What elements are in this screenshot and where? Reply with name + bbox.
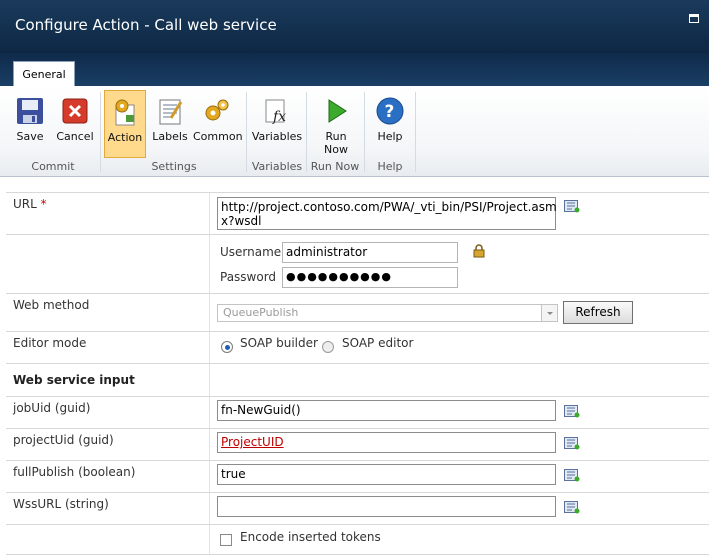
dialog-title: Configure Action - Call web service: [15, 16, 277, 34]
web-method-label: Web method: [13, 298, 90, 312]
projectuid-label: projectUid (guid): [13, 433, 114, 447]
labels-icon: [159, 99, 183, 125]
labels-label: Labels: [152, 130, 188, 143]
common-button[interactable]: Common: [193, 90, 243, 154]
username-field[interactable]: administrator: [282, 242, 458, 263]
gears-document-icon: [115, 99, 135, 126]
projectuid-input[interactable]: ProjectUID: [217, 432, 556, 453]
url-input[interactable]: http://project.contoso.com/PWA/_vti_bin/…: [217, 197, 557, 230]
variables-label: Variables: [251, 130, 303, 143]
jobuid-label: jobUid (guid): [13, 401, 91, 415]
encode-tokens-checkbox[interactable]: [220, 534, 232, 546]
save-icon: [17, 98, 43, 124]
password-label: Password: [220, 270, 277, 284]
labels-button[interactable]: Labels: [148, 90, 192, 154]
editor-mode-label: Editor mode: [13, 336, 87, 350]
refresh-button[interactable]: Refresh: [563, 301, 633, 324]
wssurl-input[interactable]: [217, 496, 556, 517]
help-icon: ?: [376, 97, 404, 125]
group-separator: [364, 92, 365, 172]
web-method-selected: QueuePublish: [223, 306, 299, 319]
section-header-row: Web service input: [6, 363, 709, 396]
group-label-run-now: Run Now: [310, 160, 360, 173]
common-label: Common: [193, 130, 243, 143]
fullpublish-input[interactable]: true: [217, 464, 556, 485]
fullpublish-label: fullPublish (boolean): [13, 465, 136, 479]
run-now-label-line2: Now: [324, 143, 348, 156]
jobuid-input[interactable]: fn-NewGuid(): [217, 400, 556, 421]
soap-builder-label: SOAP builder: [240, 336, 318, 350]
insert-reference-icon[interactable]: [564, 468, 580, 482]
editor-mode-row: Editor mode SOAP builder SOAP editor: [6, 331, 709, 363]
action-label: Action: [107, 131, 143, 144]
cancel-icon: [62, 98, 88, 124]
password-field[interactable]: ●●●●●●●●●●: [282, 267, 458, 288]
input-row-jobuid: jobUid (guid) fn-NewGuid(): [6, 396, 709, 428]
group-separator: [415, 92, 416, 172]
insert-reference-icon[interactable]: [564, 199, 580, 213]
group-label-help: Help: [377, 160, 403, 173]
section-title: Web service input: [13, 373, 135, 387]
input-row-fullpublish: fullPublish (boolean) true: [6, 460, 709, 492]
projectuid-token[interactable]: ProjectUID: [221, 435, 284, 449]
group-label-variables: Variables: [251, 160, 303, 173]
insert-reference-icon[interactable]: [564, 436, 580, 450]
credentials-row: Username administrator Password ●●●●●●●●…: [6, 234, 709, 293]
group-label-commit: Commit: [31, 160, 75, 173]
dialog-titlebar: Configure Action - Call web service: [0, 0, 709, 53]
svg-text:?: ?: [385, 102, 395, 122]
ribbon: Save Cancel Commit Action Labels Common …: [0, 86, 709, 177]
ribbon-tabstrip: General: [0, 53, 709, 88]
username-label: Username: [220, 245, 282, 259]
url-label-wrap: URL *: [13, 197, 47, 211]
svg-text:fx: fx: [272, 109, 286, 125]
variables-button[interactable]: fx Variables: [250, 90, 304, 154]
required-marker: *: [40, 197, 47, 211]
tab-general[interactable]: General: [13, 61, 75, 88]
input-row-wssurl: WssURL (string): [6, 492, 709, 524]
gears-icon: [205, 99, 229, 121]
url-value-line1: http://project.contoso.com/PWA/_vti_bin/…: [221, 200, 557, 214]
help-label: Help: [377, 130, 403, 143]
web-method-row: Web method QueuePublish Refresh: [6, 293, 709, 331]
run-now-label-line1: Run: [325, 130, 347, 143]
maximize-icon[interactable]: [689, 14, 699, 23]
soap-editor-label: SOAP editor: [342, 336, 414, 350]
help-button[interactable]: ? Help: [368, 90, 412, 154]
web-method-select[interactable]: QueuePublish: [217, 304, 558, 322]
url-label: URL: [13, 197, 37, 211]
group-separator: [100, 92, 101, 172]
insert-reference-icon[interactable]: [564, 404, 580, 418]
url-value-line2: x?wsdl: [221, 214, 262, 228]
encode-tokens-row: Encode inserted tokens: [6, 524, 709, 555]
group-label-settings: Settings: [151, 160, 197, 173]
wssurl-label: WssURL (string): [13, 497, 109, 511]
chevron-down-icon: [541, 305, 557, 321]
group-separator: [246, 92, 247, 172]
url-row: URL * http://project.contoso.com/PWA/_vt…: [6, 192, 709, 234]
soap-editor-radio[interactable]: [322, 341, 334, 353]
play-icon: [328, 99, 347, 123]
lock-icon: [473, 244, 485, 258]
cancel-label: Cancel: [56, 130, 94, 143]
action-button[interactable]: Action: [104, 90, 146, 158]
soap-builder-radio[interactable]: [221, 341, 233, 353]
encode-tokens-label: Encode inserted tokens: [240, 530, 381, 544]
save-button[interactable]: Save: [8, 90, 52, 154]
run-now-button[interactable]: Run Now: [312, 90, 360, 158]
cancel-button[interactable]: Cancel: [53, 90, 97, 154]
insert-reference-icon[interactable]: [564, 500, 580, 514]
input-row-projectuid: projectUid (guid) ProjectUID: [6, 428, 709, 460]
save-label: Save: [16, 130, 44, 143]
variables-fx-icon: fx: [265, 99, 286, 125]
